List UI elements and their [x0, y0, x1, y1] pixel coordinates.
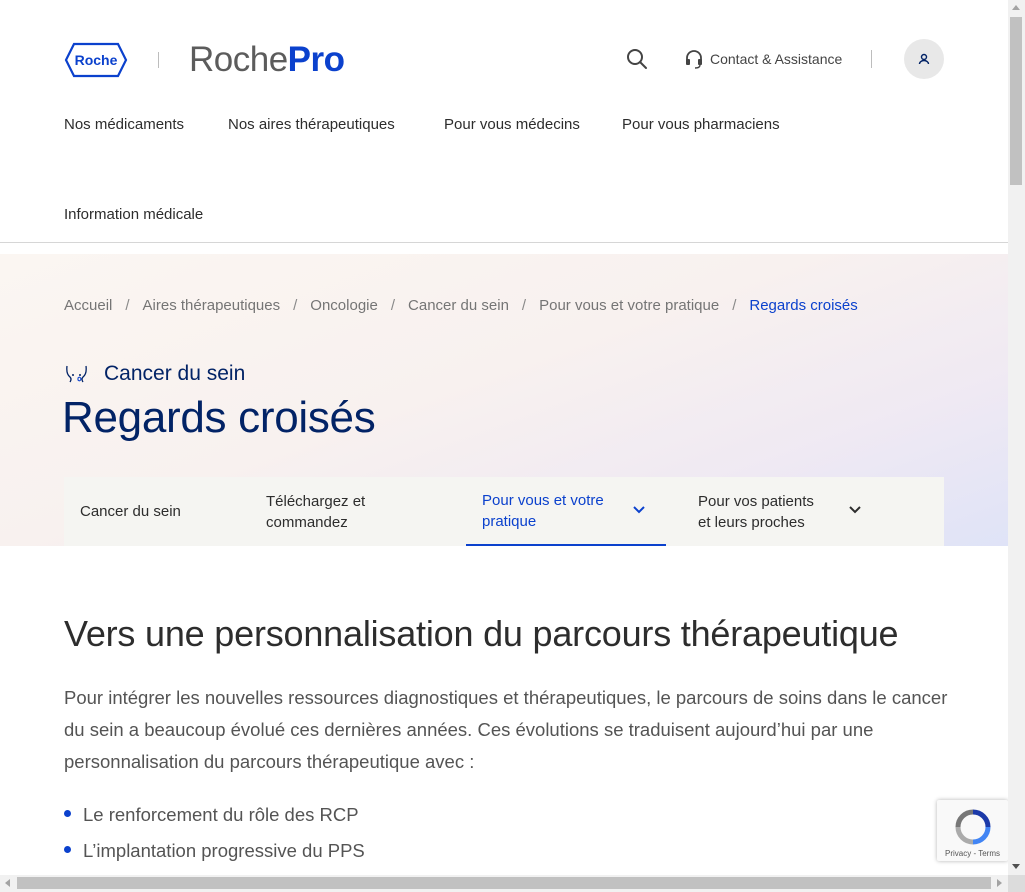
section-tabs: Cancer du sein Téléchargez et commandez P…	[64, 477, 944, 546]
page-title: Regards croisés	[62, 393, 376, 442]
contact-assistance-link[interactable]: Contact & Assistance	[684, 48, 842, 70]
tab-label: Pour vos patients et leurs proches	[698, 492, 814, 531]
tab-label: Cancer du sein	[80, 503, 181, 520]
logo-divider	[158, 52, 159, 68]
intro-paragraph: Pour intégrer les nouvelles ressources d…	[64, 687, 948, 772]
breadcrumb-separator: /	[732, 297, 737, 314]
scrollbar-corner	[1008, 875, 1025, 892]
roche-logo[interactable]: Roche	[64, 42, 128, 78]
breast-icon	[66, 365, 87, 383]
horizontal-scroll-thumb[interactable]	[17, 877, 991, 889]
section-heading: Vers une personnalisation du parcours th…	[64, 613, 899, 654]
rochepro-brand[interactable]: RochePro	[189, 40, 345, 80]
category-row: Cancer du sein	[64, 362, 245, 386]
search-icon	[627, 49, 647, 69]
vertical-scroll-thumb[interactable]	[1010, 17, 1022, 185]
recaptcha-links[interactable]: Privacy - Terms	[937, 849, 1008, 858]
nav-aires-therapeutiques[interactable]: Nos aires thérapeutiques	[228, 115, 395, 135]
chevron-down-icon	[849, 506, 861, 514]
chevron-down-icon	[633, 506, 645, 514]
tab-label: Téléchargez et commandez	[266, 492, 366, 531]
search-button[interactable]	[624, 46, 650, 72]
account-button[interactable]	[904, 39, 944, 79]
scroll-right-icon[interactable]	[997, 879, 1002, 887]
site-header: Roche RochePro Contact & Assistance Nos …	[0, 0, 1008, 243]
header-divider	[871, 50, 872, 68]
recaptcha-icon	[955, 809, 991, 845]
tab-pour-vous-pratique[interactable]: Pour vous et votre pratique	[466, 477, 666, 546]
breadcrumb-cancer-du-sein[interactable]: Cancer du sein	[408, 297, 509, 314]
category-label: Cancer du sein	[104, 362, 246, 385]
list-item-text: L’implantation progressive du PPS	[83, 840, 365, 861]
tab-patients-proches[interactable]: Pour vos patients et leurs proches	[682, 477, 882, 546]
tab-cancer-du-sein[interactable]: Cancer du sein	[80, 477, 250, 546]
breadcrumb-pratique[interactable]: Pour vous et votre pratique	[539, 297, 719, 314]
horizontal-scrollbar[interactable]	[0, 875, 1008, 892]
breadcrumb-separator: /	[390, 297, 396, 314]
bullet-dot	[64, 809, 71, 817]
tab-telechargez[interactable]: Téléchargez et commandez	[266, 477, 446, 546]
vertical-scrollbar[interactable]	[1008, 0, 1025, 875]
breadcrumb-separator: /	[521, 297, 527, 314]
logo-text: Roche	[75, 52, 118, 68]
scroll-down-icon[interactable]	[1012, 864, 1020, 869]
nav-information-medicale[interactable]: Information médicale	[64, 205, 203, 225]
brand-part1: Roche	[189, 40, 288, 79]
nav-pharmaciens[interactable]: Pour vous pharmaciens	[622, 115, 780, 135]
headset-icon	[686, 50, 702, 69]
breadcrumb-separator: /	[293, 297, 298, 314]
user-icon	[918, 53, 930, 65]
brand-part2: Pro	[287, 40, 345, 79]
list-item-text: Le renforcement du rôle des RCP	[83, 804, 359, 825]
contact-label: Contact & Assistance	[710, 51, 843, 67]
nav-nos-medicaments[interactable]: Nos médicaments	[64, 115, 184, 135]
recaptcha-badge[interactable]: Privacy - Terms	[937, 800, 1008, 861]
list-item: Le renforcement du rôle des RCP	[64, 804, 359, 826]
bullet-dot	[64, 845, 71, 853]
scroll-left-icon[interactable]	[5, 879, 10, 887]
breadcrumb: Accueil / Aires thérapeutiques / Oncolog…	[64, 297, 858, 314]
hero-banner: Accueil / Aires thérapeutiques / Oncolog…	[0, 254, 1008, 546]
page-viewport: Roche RochePro Contact & Assistance Nos …	[0, 0, 1008, 875]
list-item: L’implantation progressive du PPS	[64, 840, 365, 862]
tab-label: Pour vous et votre pratique	[482, 491, 604, 530]
breadcrumb-aires[interactable]: Aires thérapeutiques	[143, 297, 281, 314]
breadcrumb-current: Regards croisés	[749, 297, 858, 314]
nav-medecins[interactable]: Pour vous médecins	[444, 115, 580, 135]
breadcrumb-oncologie[interactable]: Oncologie	[310, 297, 378, 314]
breadcrumb-accueil[interactable]: Accueil	[64, 297, 112, 314]
breadcrumb-separator: /	[125, 297, 130, 314]
scroll-up-icon[interactable]	[1012, 5, 1020, 10]
